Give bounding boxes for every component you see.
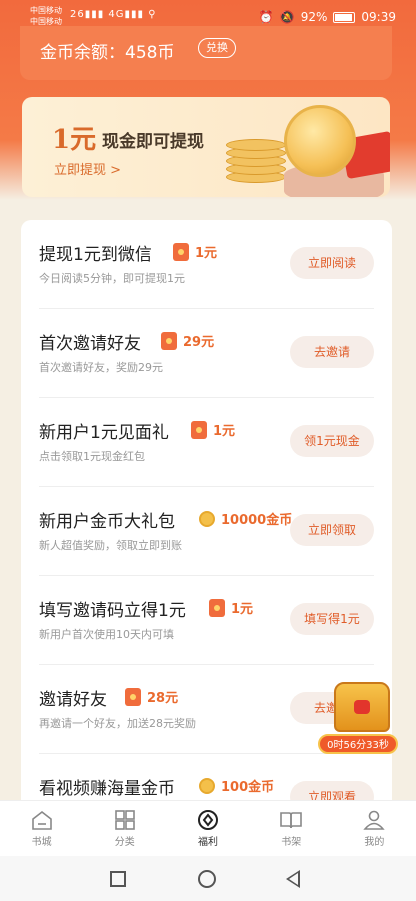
task-reward: 1元	[209, 598, 253, 617]
tab-category[interactable]: 分类	[83, 801, 166, 856]
red-envelope-icon	[161, 331, 177, 350]
task-subtitle: 新用户首次使用10天内可填	[39, 628, 174, 641]
claim-cash-button[interactable]: 领1元现金	[290, 425, 374, 457]
mute-icon: 🔕	[279, 10, 295, 24]
coin-balance: 金币余额：458币	[40, 43, 175, 63]
task-title: 填写邀请码立得1元	[39, 601, 186, 621]
task-subtitle: 首次邀请好友，奖励29元	[39, 361, 163, 374]
coin-icon	[199, 777, 215, 794]
task-item: 新用户金币大礼包 10000金币 新人超值奖励，领取立即到账 立即领取	[21, 487, 392, 576]
person-icon	[363, 810, 386, 830]
status-right: ⏰ 🔕 92% 09:39	[259, 10, 396, 24]
countdown-timer: 0时56分33秒	[318, 734, 398, 754]
signal-icon: 26▮▮▮ 4G▮▮▮ ⚲	[70, 9, 157, 20]
invite-button[interactable]: 去邀请	[290, 336, 374, 368]
carrier-labels: 中国移动 中国移动	[30, 5, 62, 27]
home-icon	[31, 810, 52, 830]
carrier-1: 中国移动	[30, 6, 62, 15]
tab-welfare[interactable]: 福利	[166, 801, 249, 856]
tab-label: 我的	[364, 837, 385, 848]
task-reward: 10000金币	[199, 509, 292, 528]
tab-label: 书城	[31, 837, 52, 848]
task-reward-value: 28元	[147, 691, 179, 706]
task-reward-value: 100金币	[221, 780, 275, 795]
task-item: 提现1元到微信 1元 今日阅读5分钟，即可提现1元 立即阅读	[21, 220, 392, 309]
task-item: 首次邀请好友 29元 首次邀请好友，奖励29元 去邀请	[21, 309, 392, 398]
coin-icon	[199, 510, 215, 527]
task-title: 提现1元到微信	[39, 245, 152, 265]
task-reward: 1元	[191, 420, 235, 439]
task-item: 填写邀请码立得1元 1元 新用户首次使用10天内可填 填写得1元	[21, 576, 392, 665]
task-title: 首次邀请好友	[39, 334, 141, 354]
task-reward: 28元	[125, 687, 178, 706]
task-subtitle: 点击领取1元现金红包	[39, 450, 145, 463]
task-reward-value: 1元	[195, 246, 218, 261]
exchange-button[interactable]: 兑换	[198, 38, 236, 58]
tab-bookshelf[interactable]: 书架	[250, 801, 333, 856]
task-title: 看视频赚海量金币	[39, 779, 175, 799]
task-reward-value: 1元	[231, 602, 254, 617]
task-reward: 100金币	[199, 776, 274, 795]
battery-icon	[333, 11, 356, 23]
task-reward-value: 29元	[183, 335, 215, 350]
recent-apps-button[interactable]	[110, 871, 126, 887]
signal-2: 4G	[108, 9, 125, 20]
grid-icon	[114, 810, 135, 830]
red-envelope-icon	[191, 420, 207, 439]
tab-bookstore[interactable]: 书城	[0, 801, 83, 856]
withdraw-banner[interactable]: 1元 现金即可提现 立即提现 >	[22, 97, 390, 197]
task-reward-value: 10000金币	[221, 513, 293, 528]
tab-label: 福利	[198, 837, 218, 848]
task-reward: 1元	[173, 242, 217, 261]
coin-balance-card: 金币余额：458币 兑换	[20, 26, 392, 80]
clock: 09:39	[361, 10, 396, 24]
red-envelope-icon	[173, 242, 189, 261]
claim-now-button[interactable]: 立即领取	[290, 514, 374, 546]
task-reward: 29元	[161, 331, 214, 350]
task-title: 新用户1元见面礼	[39, 423, 169, 443]
alarm-icon: ⏰	[258, 10, 274, 24]
banner-amount: 1元	[52, 125, 97, 155]
heart-icon	[354, 700, 370, 714]
task-title: 邀请好友	[39, 690, 107, 710]
tab-mine[interactable]: 我的	[333, 801, 416, 856]
gift-icon	[198, 810, 218, 830]
banner-text: 现金即可提现	[102, 132, 204, 152]
bottom-tab-bar: 书城 分类 福利 书架 我的	[0, 800, 416, 856]
home-button[interactable]	[198, 870, 216, 888]
task-title: 新用户金币大礼包	[39, 512, 175, 532]
task-item: 新用户1元见面礼 1元 点击领取1元现金红包 领1元现金	[21, 398, 392, 487]
read-now-button[interactable]: 立即阅读	[290, 247, 374, 279]
red-envelope-icon	[125, 687, 141, 706]
task-subtitle: 新人超值奖励，领取立即到账	[39, 539, 182, 552]
system-nav-bar	[0, 856, 416, 901]
treasure-chest-widget[interactable]: 0时56分33秒	[318, 682, 404, 756]
gold-coin-illustration	[284, 105, 356, 177]
book-icon	[280, 812, 303, 829]
red-envelope-icon	[209, 598, 225, 617]
task-subtitle: 今日阅读5分钟，即可提现1元	[39, 272, 185, 285]
tab-label: 书架	[281, 837, 302, 848]
task-reward-value: 1元	[213, 424, 236, 439]
back-button[interactable]	[286, 870, 300, 888]
signal-1: 26	[70, 9, 85, 20]
battery-percent: 92%	[300, 10, 328, 24]
withdraw-now-link[interactable]: 立即提现 >	[54, 159, 121, 178]
enter-code-button[interactable]: 填写得1元	[290, 603, 374, 635]
tab-label: 分类	[114, 837, 135, 848]
task-subtitle: 再邀请一个好友，加送28元奖励	[39, 717, 196, 730]
